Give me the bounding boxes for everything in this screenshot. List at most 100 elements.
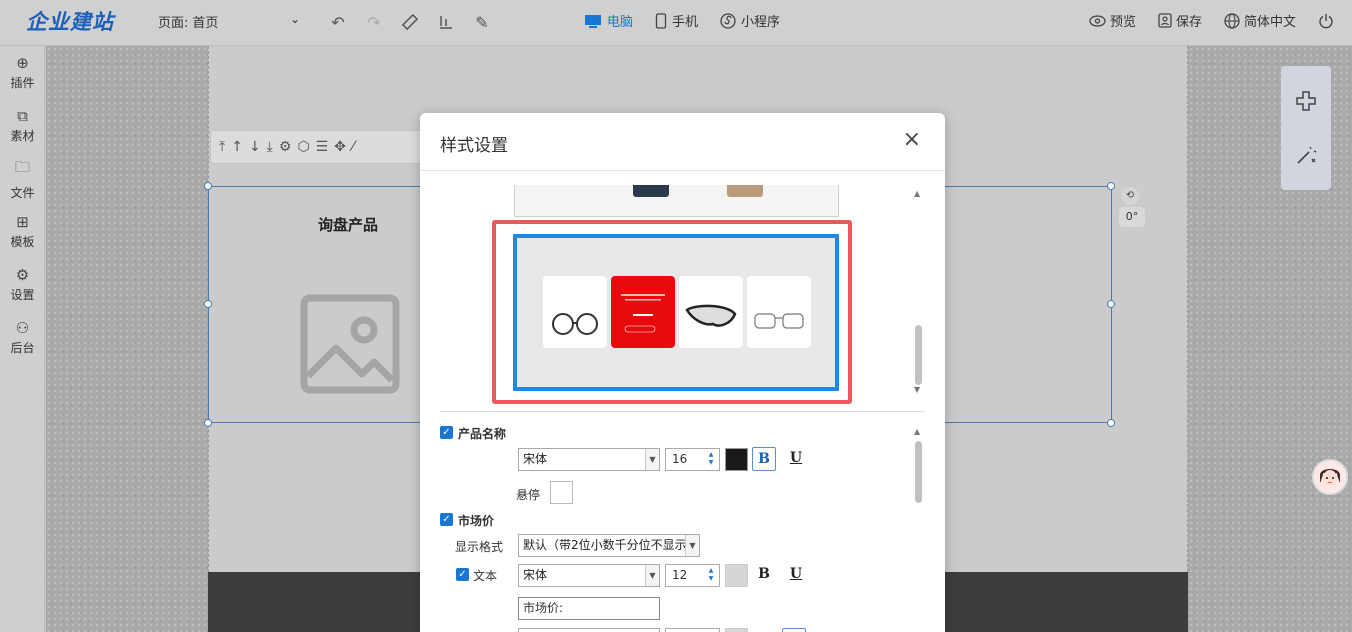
style-thumbnail-selected[interactable] xyxy=(492,220,852,404)
sidebar-item-settings[interactable]: ⚙ 设置 xyxy=(0,258,45,311)
product-name-bold-button[interactable]: B xyxy=(752,447,776,471)
sidebar-item-materials[interactable]: ⧉ 素材 xyxy=(0,99,45,152)
top-bar: 企业建站 页面: 首页 ⌄ ↶ ↷ ✎ 电脑 手机 小程序 预览 保存 简体中文 xyxy=(0,0,1352,46)
magic-clear-icon[interactable] xyxy=(1295,144,1317,166)
move-up-icon[interactable]: ↑ xyxy=(231,139,243,155)
page-selector-value: 首页 xyxy=(192,16,219,31)
plus-circle-icon: ⊕ xyxy=(16,54,29,72)
preview-card xyxy=(543,276,607,348)
preview-label: 预览 xyxy=(1109,15,1136,30)
sidebar-item-label: 后台 xyxy=(10,341,35,355)
style-thumbnail-previous[interactable] xyxy=(514,185,839,217)
device-miniprogram-label: 小程序 xyxy=(741,15,781,30)
style-settings-dialog: 样式设置 × ▲ ▼ ✓ 产品名称 宋体 ▼ 16 ▲ ▼ B U 悬停 ✓ 市… xyxy=(420,113,945,632)
market-price-text-input[interactable]: 市场价: xyxy=(518,597,660,620)
resize-handle[interactable] xyxy=(1107,300,1115,308)
gear-icon: ⚙ xyxy=(15,266,30,284)
app-logo: 企业建站 xyxy=(26,9,114,34)
save-label: 保存 xyxy=(1175,15,1202,30)
preview-card-highlight xyxy=(611,276,675,348)
layout-move-icon[interactable] xyxy=(1295,90,1317,112)
preview-card xyxy=(747,276,811,348)
next-color-swatch[interactable] xyxy=(725,628,748,632)
next-underline-button[interactable] xyxy=(782,628,806,632)
mobile-icon xyxy=(655,12,667,29)
market-price-label: 市场价 xyxy=(458,514,495,528)
spinner-icon[interactable]: ▲ ▼ xyxy=(705,451,717,468)
globe-icon xyxy=(1224,12,1240,29)
support-avatar[interactable] xyxy=(1312,459,1348,495)
sidebar-item-label: 素材 xyxy=(10,129,35,143)
user-icon: ⚇ xyxy=(15,319,30,337)
rotate-icon[interactable]: ⟲ xyxy=(1121,187,1139,205)
spinner-icon[interactable]: ▲ ▼ xyxy=(705,567,717,584)
sidebar-item-plugins[interactable]: ⊕ 插件 xyxy=(0,46,45,99)
move-icon[interactable]: ✥ xyxy=(334,139,346,155)
hexagon-settings-icon[interactable]: ⬡ xyxy=(297,139,309,155)
next-size-input[interactable] xyxy=(665,628,720,632)
display-format-select[interactable]: 默认（带2位小数千分位不显示 ▼ xyxy=(518,534,700,557)
product-name-color-swatch[interactable] xyxy=(725,448,748,471)
sidebar-item-files[interactable]: 🗀 文件 xyxy=(0,152,45,205)
rotation-value: 0° xyxy=(1119,207,1145,227)
resize-handle[interactable] xyxy=(1107,182,1115,190)
align-bottom-icon[interactable] xyxy=(434,10,458,34)
sidebar-item-templates[interactable]: ⊞ 模板 xyxy=(0,205,45,258)
page-selector[interactable]: 页面: 首页 ⌄ xyxy=(158,12,300,31)
dialog-header: 样式设置 × xyxy=(420,113,945,171)
product-name-size-input[interactable]: 16 ▲ ▼ xyxy=(665,448,720,471)
save-button[interactable]: 保存 xyxy=(1158,11,1202,30)
move-down-icon[interactable]: ↓ xyxy=(249,139,261,155)
close-icon[interactable]: × xyxy=(903,129,921,151)
device-miniprogram[interactable]: 小程序 xyxy=(720,11,780,30)
eye-icon xyxy=(1089,14,1106,27)
preview-scrollbar[interactable]: ▲ ▼ xyxy=(914,189,922,397)
device-mobile[interactable]: 手机 xyxy=(655,11,698,30)
market-price-color-swatch[interactable] xyxy=(725,564,748,587)
style-thumbnail-inner xyxy=(513,234,839,391)
chevron-down-icon: ▼ xyxy=(645,565,659,586)
chevron-down-icon: ▼ xyxy=(645,449,659,470)
resize-handle[interactable] xyxy=(204,300,212,308)
move-bottom-icon[interactable]: ⤓ xyxy=(267,139,273,155)
power-icon xyxy=(1319,13,1333,28)
style-settings-icon[interactable]: ⚙ xyxy=(279,139,292,155)
redo-icon[interactable]: ↷ xyxy=(362,10,386,34)
ruler-icon[interactable] xyxy=(398,10,422,34)
next-font-select[interactable] xyxy=(518,628,660,632)
sidebar-item-label: 模板 xyxy=(10,235,35,249)
market-price-size-input[interactable]: 12 ▲ ▼ xyxy=(665,564,720,587)
logout-button[interactable] xyxy=(1318,13,1334,29)
device-desktop[interactable]: 电脑 xyxy=(584,11,633,30)
list-settings-icon[interactable]: ☰ xyxy=(316,139,329,155)
resize-handle[interactable] xyxy=(1107,419,1115,427)
market-price-text-checkbox[interactable]: ✓ xyxy=(456,568,469,581)
resize-handle[interactable] xyxy=(204,419,212,427)
sidebar-item-label: 设置 xyxy=(10,288,35,302)
undo-icon[interactable]: ↶ xyxy=(326,10,350,34)
hover-color-swatch[interactable] xyxy=(550,481,573,504)
market-price-underline-button[interactable]: U xyxy=(784,563,808,587)
device-mobile-label: 手机 xyxy=(672,15,699,30)
edit-icon[interactable]: ✎ xyxy=(470,10,494,34)
magic-wand-icon[interactable]: ⁄ xyxy=(352,139,354,155)
resize-handle[interactable] xyxy=(204,182,212,190)
style-options-form: ✓ 产品名称 宋体 ▼ 16 ▲ ▼ B U 悬停 ✓ 市场价 显示格式 默认（带… xyxy=(420,421,920,632)
preview-button[interactable]: 预览 xyxy=(1089,11,1136,30)
style-preview-gallery xyxy=(492,185,852,405)
language-button[interactable]: 简体中文 xyxy=(1224,11,1296,30)
product-name-checkbox[interactable]: ✓ xyxy=(440,426,453,439)
material-icon: ⧉ xyxy=(17,107,28,125)
market-price-font-select[interactable]: 宋体 ▼ xyxy=(518,564,660,587)
product-name-underline-button[interactable]: U xyxy=(784,447,808,471)
product-name-font-value: 宋体 xyxy=(523,452,548,466)
market-price-checkbox[interactable]: ✓ xyxy=(440,513,453,526)
move-top-icon[interactable]: ⤒ xyxy=(219,139,225,155)
chevron-down-icon: ▼ xyxy=(685,535,699,556)
market-price-font-value: 宋体 xyxy=(523,568,548,582)
sidebar-item-backend[interactable]: ⚇ 后台 xyxy=(0,311,45,364)
market-price-bold-button[interactable]: B xyxy=(752,563,776,587)
form-scrollbar[interactable]: ▲ xyxy=(914,427,922,632)
file-icon: 🗀 xyxy=(14,157,30,176)
product-name-font-select[interactable]: 宋体 ▼ xyxy=(518,448,660,471)
